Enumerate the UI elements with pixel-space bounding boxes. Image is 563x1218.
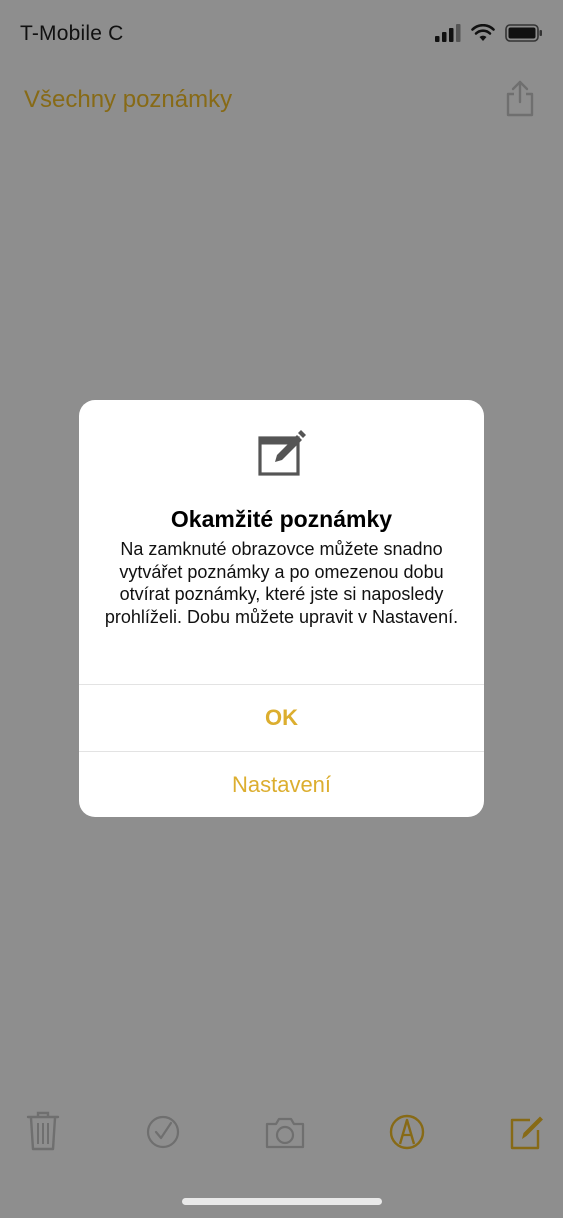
dialog-message: Na zamknuté obrazovce můžete snadno vytv… — [104, 539, 459, 627]
compose-note-icon — [257, 430, 307, 485]
trash-icon — [26, 1111, 60, 1151]
share-icon — [506, 80, 534, 117]
home-indicator[interactable] — [182, 1198, 382, 1205]
camera-button[interactable] — [265, 1110, 305, 1157]
bottom-toolbar — [0, 1110, 563, 1160]
ok-button[interactable]: OK — [79, 684, 484, 751]
compose-icon — [510, 1116, 543, 1150]
status-bar: T-Mobile C — [0, 0, 563, 70]
dialog-title: Okamžité poznámky — [170, 506, 393, 532]
wifi-icon — [471, 24, 495, 41]
markup-button[interactable] — [388, 1110, 426, 1157]
status-icons — [435, 24, 543, 42]
checklist-button[interactable] — [145, 1110, 181, 1157]
back-to-all-notes-button[interactable]: Všechny poznámky — [24, 86, 232, 114]
carrier-label: T-Mobile C — [20, 22, 124, 45]
signal-icon — [435, 24, 461, 42]
quick-notes-dialog: Okamžité poznámky Na zamknuté obrazovce … — [79, 400, 484, 817]
markup-icon — [389, 1114, 425, 1150]
share-button[interactable] — [503, 78, 537, 123]
settings-button[interactable]: Nastavení — [79, 751, 484, 817]
checklist-icon — [146, 1115, 180, 1149]
camera-icon — [265, 1117, 305, 1149]
compose-button[interactable] — [508, 1110, 544, 1157]
navigation-bar: Všechny poznámky — [0, 70, 563, 130]
battery-icon — [505, 24, 542, 42]
delete-button[interactable] — [26, 1110, 60, 1157]
